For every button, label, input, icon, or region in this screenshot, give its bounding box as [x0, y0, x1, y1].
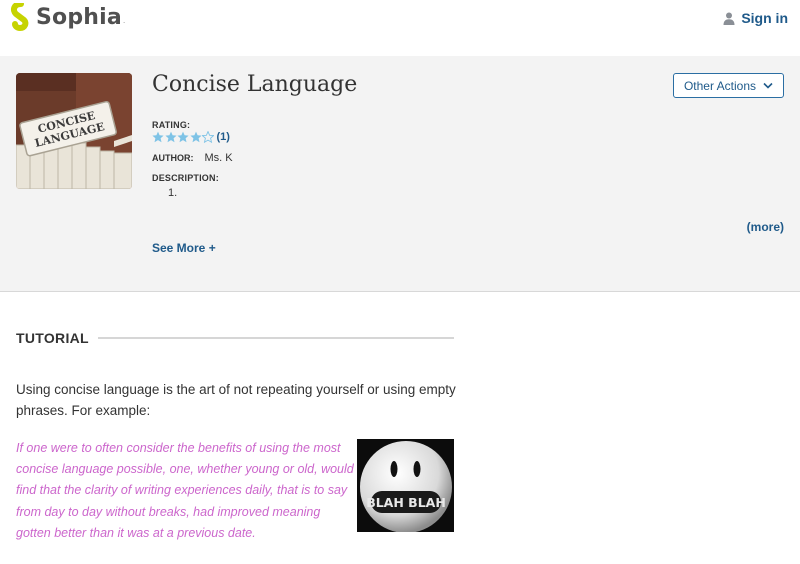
- user-icon: [723, 12, 735, 25]
- other-actions-button[interactable]: Other Actions: [673, 73, 784, 98]
- sophia-logo[interactable]: Sophia .: [10, 3, 125, 31]
- rating-label: RATING:: [152, 120, 191, 130]
- logo-text: Sophia: [36, 4, 122, 30]
- star-filled-icon: [152, 131, 164, 143]
- sophia-logo-icon: [10, 3, 29, 31]
- author-label: AUTHOR:: [152, 153, 194, 163]
- section-title: TUTORIAL: [16, 330, 89, 346]
- blah-image-text: BLAH BLAH: [366, 495, 446, 510]
- more-link[interactable]: (more): [747, 220, 784, 234]
- section-divider: [97, 337, 454, 339]
- blah-blah-image: BLAH BLAH: [357, 439, 454, 532]
- star-empty-icon: [202, 131, 214, 143]
- tutorial-intro-text: Using concise language is the art of not…: [16, 382, 456, 418]
- chevron-down-icon: [763, 82, 773, 89]
- sign-in-label: Sign in: [741, 10, 788, 26]
- tutorial-section-header: TUTORIAL: [16, 330, 454, 346]
- description-label: DESCRIPTION:: [152, 173, 219, 183]
- top-navigation-bar: Sophia . Sign in: [0, 0, 800, 56]
- description-item: 1.: [168, 187, 178, 199]
- star-filled-icon: [189, 131, 202, 143]
- see-more-link[interactable]: See More +: [152, 241, 216, 255]
- rating-row: (1): [152, 131, 230, 143]
- author-row: AUTHOR: Ms. K: [152, 152, 233, 164]
- page-title: Concise Language: [152, 72, 358, 97]
- tutorial-thumbnail: CONCISE LANGUAGE: [16, 73, 132, 189]
- trademark-dot-icon: .: [122, 16, 126, 25]
- star-filled-icon: [164, 131, 177, 143]
- tutorial-summary-panel: CONCISE LANGUAGE Concise Language Other …: [0, 56, 800, 292]
- author-name: Ms. K: [204, 152, 233, 164]
- rating-count-link[interactable]: (1): [217, 131, 230, 143]
- other-actions-label: Other Actions: [683, 78, 757, 93]
- star-filled-icon: [177, 131, 189, 143]
- rating-stars: [152, 131, 215, 143]
- example-paragraph: If one were to often consider the benefi…: [16, 441, 354, 540]
- sign-in-link[interactable]: Sign in: [723, 10, 788, 26]
